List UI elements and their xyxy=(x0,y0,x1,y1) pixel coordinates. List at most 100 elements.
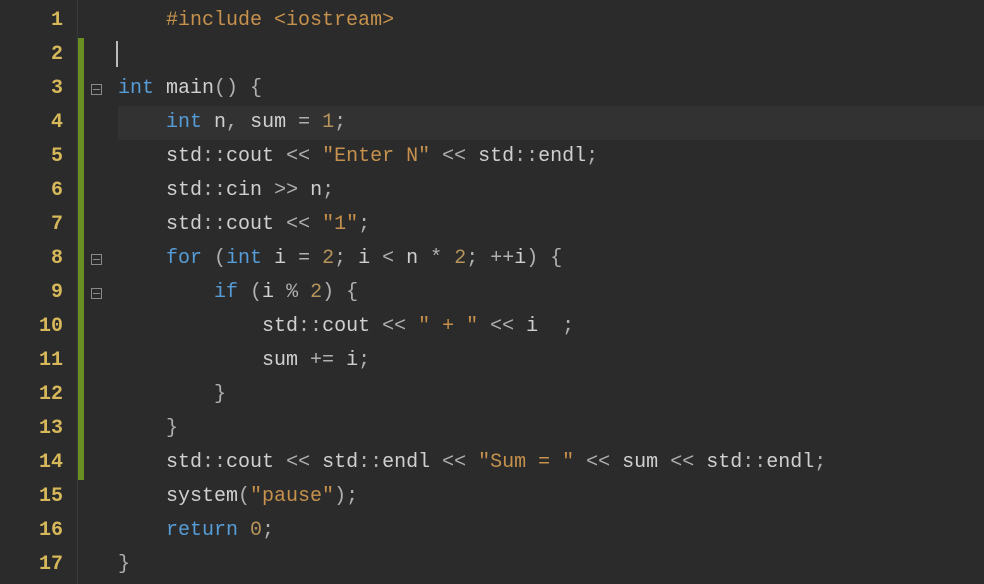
fold-cell[interactable] xyxy=(84,276,108,310)
token: << xyxy=(286,213,322,236)
fold-cell xyxy=(84,106,108,140)
token: endl xyxy=(382,451,442,474)
line-number: 4 xyxy=(22,106,63,140)
line-number-gutter: 1234567891011121314151617 xyxy=(0,0,78,584)
token: :: xyxy=(202,213,226,236)
line-number: 9 xyxy=(22,276,63,310)
line-number: 12 xyxy=(22,378,63,412)
code-line[interactable]: int main() { xyxy=(118,72,984,106)
code-line[interactable]: system("pause"); xyxy=(118,480,984,514)
token: ++ xyxy=(490,247,514,270)
token: :: xyxy=(298,315,322,338)
token: << xyxy=(574,451,622,474)
code-line[interactable]: std::cout << " + " << i ; xyxy=(118,310,984,344)
fold-cell[interactable] xyxy=(84,72,108,106)
fold-cell xyxy=(84,412,108,446)
token: 1 xyxy=(322,111,334,134)
line-number: 10 xyxy=(22,310,63,344)
token: sum xyxy=(262,349,310,372)
token: return xyxy=(166,519,250,542)
line-number: 17 xyxy=(22,548,63,582)
token: i xyxy=(514,247,526,270)
token: "Enter N" xyxy=(322,145,430,168)
token: 2 xyxy=(310,281,322,304)
code-line[interactable]: for (int i = 2; i < n * 2; ++i) { xyxy=(118,242,984,276)
token: 2 xyxy=(454,247,466,270)
line-number: 6 xyxy=(22,174,63,208)
code-line[interactable]: sum += i; xyxy=(118,344,984,378)
token: ( xyxy=(250,281,262,304)
token: , xyxy=(226,111,250,134)
token: :: xyxy=(358,451,382,474)
token: = xyxy=(298,111,322,134)
token: ; xyxy=(466,247,490,270)
token: cout xyxy=(322,315,382,338)
fold-cell[interactable] xyxy=(84,242,108,276)
token: += xyxy=(310,349,346,372)
token: <iostream> xyxy=(274,9,394,32)
token: main xyxy=(166,77,214,100)
token: :: xyxy=(202,451,226,474)
code-line[interactable] xyxy=(118,38,984,72)
token: >> xyxy=(274,179,310,202)
code-line[interactable]: std::cout << std::endl << "Sum = " << su… xyxy=(118,446,984,480)
token: #include xyxy=(166,9,274,32)
fold-cell xyxy=(84,38,108,72)
code-line[interactable]: if (i % 2) { xyxy=(118,276,984,310)
token: :: xyxy=(202,145,226,168)
code-line[interactable]: int n, sum = 1; xyxy=(118,106,984,140)
token: cout xyxy=(226,145,286,168)
code-line[interactable]: } xyxy=(118,378,984,412)
token: ( xyxy=(214,247,226,270)
code-line[interactable]: } xyxy=(118,412,984,446)
fold-cell xyxy=(84,174,108,208)
token: sum xyxy=(250,111,298,134)
line-number: 13 xyxy=(22,412,63,446)
fold-toggle-icon[interactable] xyxy=(91,84,102,95)
fold-cell xyxy=(84,548,108,582)
token: i xyxy=(274,247,298,270)
token: ; xyxy=(358,349,370,372)
token: % xyxy=(286,281,310,304)
line-number: 5 xyxy=(22,140,63,174)
token: int xyxy=(118,77,166,100)
token: ; xyxy=(814,451,826,474)
fold-toggle-icon[interactable] xyxy=(91,288,102,299)
fold-toggle-icon[interactable] xyxy=(91,254,102,265)
line-number: 11 xyxy=(22,344,63,378)
token: system xyxy=(166,485,238,508)
token: } xyxy=(118,553,130,576)
token: cout xyxy=(226,213,286,236)
line-number: 15 xyxy=(22,480,63,514)
text-cursor xyxy=(116,41,118,67)
token: :: xyxy=(514,145,538,168)
code-line[interactable]: } xyxy=(118,548,984,582)
token: << xyxy=(430,145,478,168)
token: "1" xyxy=(322,213,358,236)
fold-cell xyxy=(84,514,108,548)
code-line[interactable]: std::cin >> n; xyxy=(118,174,984,208)
token: i xyxy=(262,281,286,304)
token: n xyxy=(310,179,322,202)
token: ; xyxy=(322,179,334,202)
code-line[interactable]: std::cout << "Enter N" << std::endl; xyxy=(118,140,984,174)
fold-cell xyxy=(84,310,108,344)
token: ; xyxy=(262,519,274,542)
token: std xyxy=(262,315,298,338)
token: << xyxy=(286,145,322,168)
token: std xyxy=(166,145,202,168)
code-area[interactable]: #include <iostream> int main() { int n, s… xyxy=(108,0,984,584)
fold-cell xyxy=(84,378,108,412)
code-editor[interactable]: 1234567891011121314151617 #include <iost… xyxy=(0,0,984,584)
token: n xyxy=(214,111,226,134)
code-line[interactable]: return 0; xyxy=(118,514,984,548)
fold-cell xyxy=(84,208,108,242)
token: 2 xyxy=(322,247,334,270)
code-line[interactable]: std::cout << "1"; xyxy=(118,208,984,242)
token: std xyxy=(166,179,202,202)
token: << xyxy=(442,451,478,474)
line-number: 8 xyxy=(22,242,63,276)
code-line[interactable]: #include <iostream> xyxy=(118,4,984,38)
token: std xyxy=(166,213,202,236)
token: << xyxy=(382,315,418,338)
